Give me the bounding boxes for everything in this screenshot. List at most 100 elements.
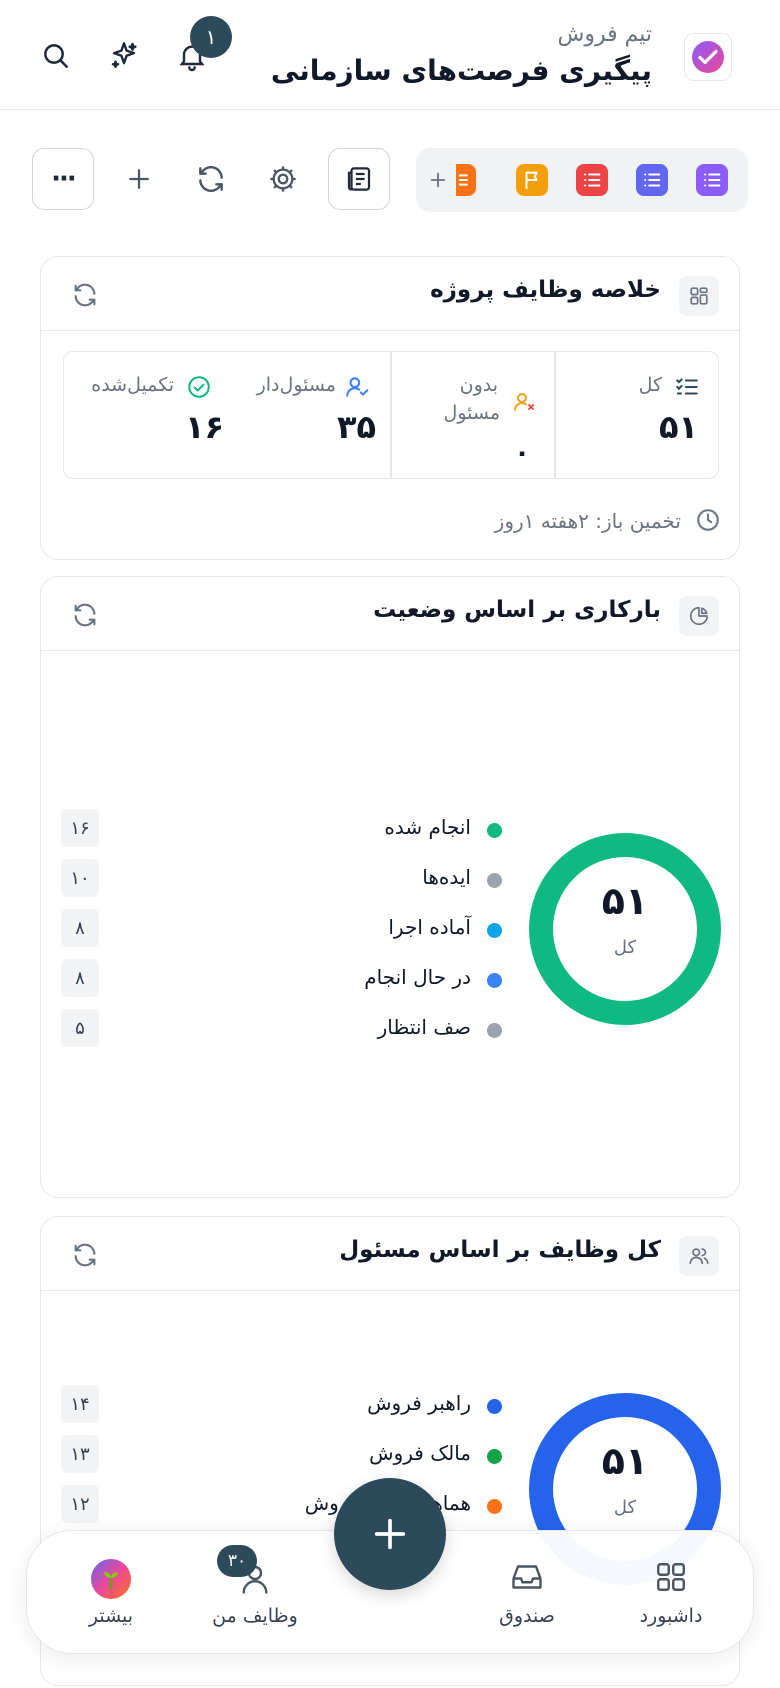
more-dots: ···	[51, 164, 77, 194]
nav-dashboard-label: داشبورد	[639, 1605, 703, 1627]
legend-label: ایده‌ها	[422, 865, 471, 889]
clock-icon	[697, 509, 719, 531]
workspace-logo[interactable]	[684, 33, 732, 81]
nav-inbox[interactable]: صندوق	[467, 1559, 587, 1639]
view-details-button[interactable]	[328, 148, 390, 210]
refresh-card-button[interactable]	[67, 277, 103, 313]
donut-total-label: کل	[613, 937, 637, 958]
flag-icon	[525, 171, 538, 190]
assigned-value: ۳۵	[336, 408, 376, 446]
project-summary-card: خلاصه وظایف پروژه کل ۵۱ بدون مسئول ۰ مسئ…	[40, 256, 740, 560]
sync-button[interactable]	[180, 148, 242, 210]
legend-label: صف انتظار	[377, 1015, 471, 1039]
plus-icon	[374, 1518, 406, 1550]
inbox-icon	[512, 1565, 542, 1589]
more-options-button[interactable]: ···	[32, 148, 94, 210]
refresh-card-button[interactable]	[67, 1237, 103, 1273]
unassigned-label-1: بدون	[459, 374, 498, 396]
open-estimate: تخمین باز: ۲هفته ۱روز	[494, 509, 681, 533]
task-list-icon	[676, 378, 698, 395]
app-header: تیم فروش پیگیری فرصت‌های سازمانی ۱	[0, 0, 780, 110]
plus-icon	[129, 169, 149, 189]
divider	[390, 352, 392, 478]
list-icon	[584, 173, 601, 187]
total-value: ۵۱	[658, 408, 698, 446]
my-tasks-badge: ۳۰	[217, 1545, 257, 1577]
add-button[interactable]	[108, 148, 170, 210]
list-tab-3[interactable]	[576, 164, 608, 196]
legend-count: ۱۶	[61, 809, 99, 847]
completed-value: ۱۶	[184, 408, 224, 446]
plus-icon	[430, 172, 446, 188]
grid-icon	[679, 276, 719, 316]
add-list-button[interactable]	[422, 164, 454, 196]
create-task-fab[interactable]	[334, 1478, 446, 1590]
legend-dot	[487, 923, 502, 938]
list-tab-1[interactable]	[696, 164, 728, 196]
user-unassigned-icon	[514, 393, 534, 411]
legend-dot	[487, 823, 502, 838]
legend-dot	[487, 1399, 502, 1414]
profile-avatar-icon	[91, 1559, 131, 1599]
donut-total: ۵۱	[601, 879, 649, 923]
legend-count: ۱۴	[61, 1385, 99, 1423]
nav-more[interactable]: بیشتر	[51, 1559, 171, 1639]
legend-dot	[487, 1449, 502, 1464]
donut-ring	[529, 833, 721, 1025]
legend-count: ۱۰	[61, 859, 99, 897]
gear-icon	[270, 166, 296, 192]
refresh-icon	[74, 1243, 96, 1267]
refresh-card-button[interactable]	[67, 597, 103, 633]
legend-dot	[487, 1023, 502, 1038]
divider	[554, 352, 556, 478]
list-icon	[459, 174, 468, 186]
check-circle-icon	[188, 376, 210, 398]
notification-badge: ۱	[190, 16, 232, 58]
ai-sparkle-button[interactable]	[102, 34, 146, 78]
legend-label: راهبر فروش	[367, 1391, 471, 1415]
users-icon	[679, 1236, 719, 1276]
status-donut-chart	[529, 833, 721, 1025]
legend-dot	[487, 873, 502, 888]
assigned-label: مسئول‌دار	[256, 374, 336, 396]
dashboard-grid-icon	[657, 1563, 685, 1591]
status-workload-card: بارکاری بر اساس وضعیت ۵۱ کل انجام شده ۱۶ ا…	[40, 576, 740, 1198]
list-tabs-bar	[416, 148, 748, 212]
nav-inbox-label: صندوق	[499, 1605, 555, 1627]
user-check-icon	[346, 377, 369, 397]
refresh-icon	[199, 166, 223, 192]
list-icon	[644, 173, 661, 187]
list-tab-5[interactable]	[456, 164, 476, 196]
legend-count: ۸	[61, 909, 99, 947]
legend-count: ۱۳	[61, 1435, 99, 1473]
list-tab-2[interactable]	[636, 164, 668, 196]
card-title: خلاصه وظایف پروژه	[430, 277, 661, 303]
search-icon	[44, 44, 68, 68]
search-button[interactable]	[34, 34, 78, 78]
summary-stats: کل ۵۱ بدون مسئول ۰ مسئول‌دار ۳۵ تکمیل‌شد…	[63, 351, 719, 479]
completed-label: تکمیل‌شده	[91, 374, 174, 396]
donut-total: ۵۱	[601, 1439, 649, 1483]
refresh-icon	[74, 283, 96, 307]
card-title: کل وظایف بر اساس مسئول	[339, 1237, 661, 1263]
total-label: کل	[638, 374, 662, 396]
page-title[interactable]: پیگیری فرصت‌های سازمانی	[271, 54, 652, 87]
legend-count: ۵	[61, 1009, 99, 1047]
nav-my-tasks[interactable]: ۳۰ وظایف من	[195, 1545, 315, 1639]
card-header: بارکاری بر اساس وضعیت	[41, 577, 739, 651]
pie-chart-icon	[679, 596, 719, 636]
legend-dot	[487, 973, 502, 988]
nav-dashboard[interactable]: داشبورد	[611, 1559, 731, 1639]
card-title: بارکاری بر اساس وضعیت	[373, 597, 661, 623]
donut-total-label: کل	[613, 1497, 637, 1518]
legend-label: در حال انجام	[364, 965, 471, 989]
nav-my-tasks-label: وظایف من	[212, 1605, 298, 1627]
legend-count: ۱۲	[61, 1485, 99, 1523]
legend-dot	[487, 1499, 502, 1514]
list-icon	[704, 173, 721, 187]
unassigned-label-2: مسئول	[443, 402, 500, 424]
settings-button[interactable]	[252, 148, 314, 210]
legend-label: آماده اجرا	[388, 915, 471, 939]
list-tab-4[interactable]	[516, 164, 548, 196]
sparkle-icon	[111, 42, 137, 68]
